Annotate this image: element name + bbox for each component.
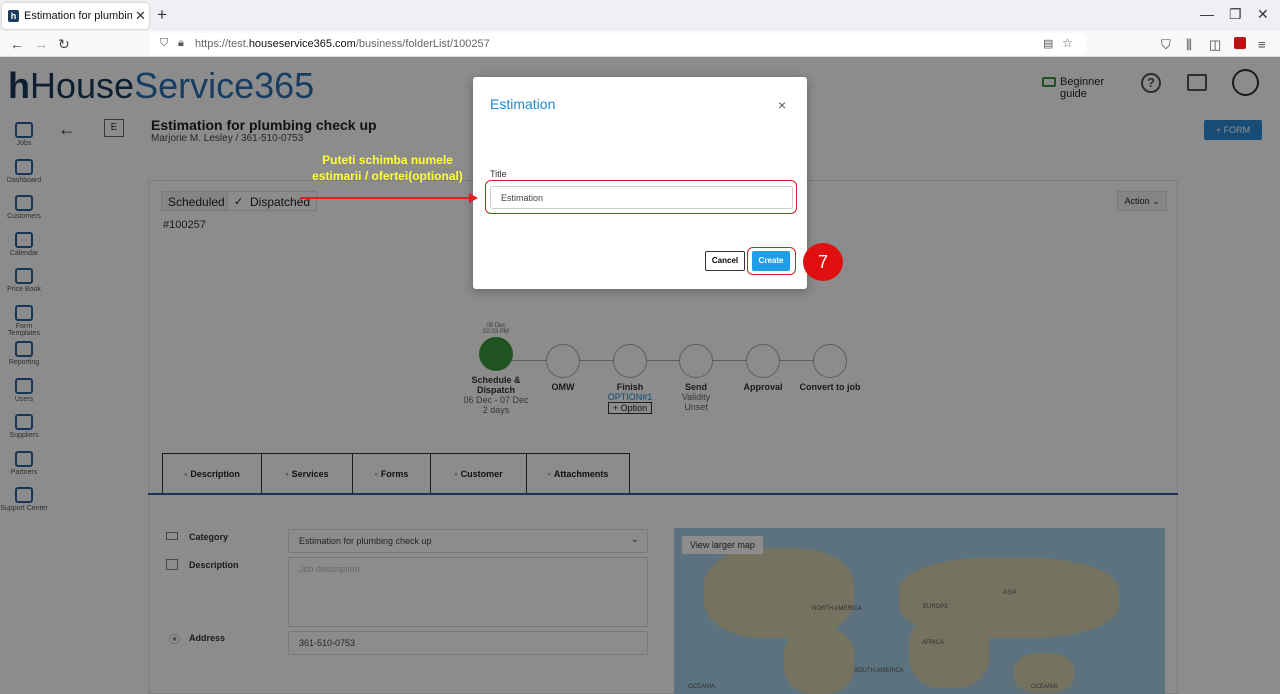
lock-icon: 🔒︎	[178, 37, 184, 49]
bookmark-star-icon[interactable]: ☆	[1062, 36, 1073, 50]
annotation-line-2: estimarii / ofertei(optional)	[312, 169, 463, 183]
annotation-line-1: Puteti schimba numele	[322, 153, 453, 167]
site-favicon-icon: h	[8, 10, 19, 22]
minimize-icon[interactable]: —	[1200, 6, 1214, 22]
annotation-text: Puteti schimba numele estimarii / oferte…	[300, 152, 475, 184]
reader-view-icon[interactable]: ▤	[1043, 37, 1053, 50]
create-button-highlight	[747, 247, 796, 275]
annotation-arrow-line	[300, 197, 470, 199]
browser-tab-bar: h Estimation for plumbing check up ✕ + —…	[0, 0, 1280, 31]
shield-icon[interactable]: ⛉	[160, 37, 168, 50]
url-bar[interactable]: ⛉ 🔒︎ https://test.houseservice365.com/bu…	[150, 33, 1085, 55]
reload-icon[interactable]: ↻	[58, 36, 70, 53]
close-tab-icon[interactable]: ✕	[135, 8, 146, 24]
library-icon[interactable]: ⫼	[1186, 37, 1192, 53]
menu-icon[interactable]: ≡	[1258, 37, 1266, 52]
new-tab-icon[interactable]: +	[157, 5, 167, 25]
modal-title: Estimation	[490, 96, 556, 112]
title-input-highlight	[485, 180, 797, 214]
extension-icon[interactable]	[1234, 37, 1246, 49]
forward-icon[interactable]: →	[34, 36, 48, 52]
sidebar-toggle-icon[interactable]: ◫	[1209, 37, 1221, 53]
back-icon[interactable]: ←	[10, 36, 24, 52]
annotation-arrow-head	[469, 193, 478, 203]
window-close-icon[interactable]: ✕	[1257, 6, 1269, 23]
browser-tab-title: Estimation for plumbing check up	[24, 10, 132, 22]
restore-icon[interactable]: ❐	[1229, 6, 1242, 23]
cancel-button[interactable]: Cancel	[705, 251, 745, 271]
close-icon[interactable]: ×	[778, 97, 786, 113]
step-number-badge: 7	[803, 243, 843, 281]
title-label: Title	[490, 169, 507, 179]
pocket-icon[interactable]: ⛉	[1161, 37, 1171, 53]
browser-nav-bar: ← → ↻ ⛉ 🔒︎ https://test.houseservice365.…	[0, 31, 1280, 57]
url-text: https://test.houseservice365.com/busines…	[195, 38, 490, 50]
browser-tab[interactable]: h Estimation for plumbing check up ✕	[2, 3, 149, 29]
